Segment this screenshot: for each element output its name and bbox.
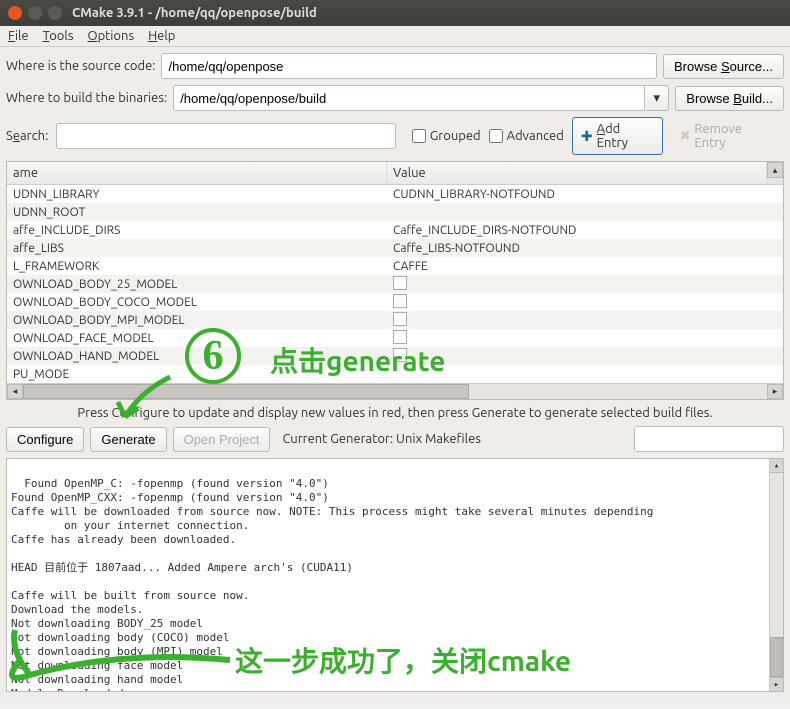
grouped-checkbox[interactable]: Grouped — [412, 129, 481, 143]
search-label: Search: — [6, 129, 48, 143]
scroll-right-icon[interactable]: ▸ — [767, 384, 783, 399]
open-project-button: Open Project — [173, 427, 271, 452]
menu-file[interactable]: File — [8, 29, 29, 43]
minimize-icon[interactable] — [28, 6, 42, 20]
x-icon: ✖ — [679, 129, 690, 144]
table-row[interactable]: PU_MODE — [7, 365, 783, 383]
generate-button[interactable]: Generate — [90, 427, 166, 452]
checkbox-icon[interactable] — [393, 312, 407, 326]
menubar: File Tools Options Help — [0, 26, 790, 47]
build-label: Where to build the binaries: — [6, 91, 167, 105]
cache-var-name: OWNLOAD_BODY_MPI_MODEL — [7, 313, 387, 328]
cache-var-name: affe_INCLUDE_DIRS — [7, 223, 387, 238]
chevron-down-icon: ▾ — [654, 91, 661, 106]
window-titlebar: CMake 3.9.1 - /home/qq/openpose/build — [0, 0, 790, 26]
cache-var-value[interactable]: Caffe_INCLUDE_DIRS-NOTFOUND — [387, 223, 783, 238]
table-row[interactable]: OWNLOAD_HAND_MODEL — [7, 347, 783, 365]
cache-var-value[interactable]: CUDNN_LIBRARY-NOTFOUND — [387, 187, 783, 202]
table-row[interactable]: OWNLOAD_BODY_MPI_MODEL — [7, 311, 783, 329]
cache-var-value[interactable] — [387, 373, 783, 375]
menu-tools[interactable]: Tools — [43, 29, 74, 43]
checkbox-icon[interactable] — [393, 348, 407, 362]
plus-icon: ✚ — [581, 128, 593, 145]
window-title: CMake 3.9.1 - /home/qq/openpose/build — [72, 6, 317, 20]
build-path-input[interactable] — [173, 85, 645, 111]
cache-var-name: OWNLOAD_FACE_MODEL — [7, 331, 387, 346]
cache-var-name: OWNLOAD_BODY_25_MODEL — [7, 277, 387, 292]
scroll-down-icon[interactable]: ▸ — [770, 677, 783, 691]
table-row[interactable]: OWNLOAD_FACE_MODEL — [7, 329, 783, 347]
table-header-value[interactable]: Value — [387, 162, 767, 184]
build-path-dropdown[interactable]: ▾ — [645, 85, 669, 111]
source-path-input[interactable] — [161, 53, 657, 79]
source-label: Where is the source code: — [6, 59, 155, 73]
table-row[interactable]: OWNLOAD_BODY_25_MODEL — [7, 275, 783, 293]
table-row[interactable]: affe_LIBSCaffe_LIBS-NOTFOUND — [7, 239, 783, 257]
checkbox-icon[interactable] — [393, 276, 407, 290]
scroll-left-icon[interactable]: ◂ — [7, 384, 23, 399]
console-scrollbar[interactable]: ▴ ▸ — [769, 459, 783, 691]
cache-var-name: L_FRAMEWORK — [7, 259, 387, 274]
cache-var-value[interactable] — [387, 211, 783, 213]
cache-table: ▴ ame Value UDNN_LIBRARYCUDNN_LIBRARY-NO… — [6, 161, 784, 400]
cache-var-value[interactable]: CAFFE — [387, 259, 783, 274]
cache-var-value[interactable] — [387, 329, 783, 348]
cache-var-name: UDNN_LIBRARY — [7, 187, 387, 202]
cache-var-value[interactable] — [387, 311, 783, 330]
scroll-up-icon[interactable]: ▴ — [767, 162, 783, 178]
maximize-icon[interactable] — [48, 6, 62, 20]
horizontal-scrollbar[interactable]: ◂ ▸ — [7, 383, 783, 399]
cache-var-value[interactable] — [387, 293, 783, 312]
checkbox-icon[interactable] — [393, 294, 407, 308]
cache-var-name: OWNLOAD_HAND_MODEL — [7, 349, 387, 364]
table-row[interactable]: UDNN_LIBRARYCUDNN_LIBRARY-NOTFOUND — [7, 185, 783, 203]
current-generator-label: Current Generator: Unix Makefiles — [282, 432, 480, 446]
cache-var-value[interactable]: Caffe_LIBS-NOTFOUND — [387, 241, 783, 256]
scrollbar-thumb[interactable] — [23, 384, 469, 399]
browse-build-button[interactable]: Browse Build... — [675, 86, 784, 111]
scrollbar-thumb[interactable] — [770, 637, 783, 677]
search-input[interactable] — [56, 123, 395, 149]
menu-help[interactable]: Help — [148, 29, 175, 43]
cache-var-name: PU_MODE — [7, 367, 387, 382]
output-console: Found OpenMP_C: -fopenmp (found version … — [6, 458, 784, 692]
add-entry-button[interactable]: ✚ Add Entry — [572, 117, 664, 155]
checkbox-icon[interactable] — [393, 330, 407, 344]
table-row[interactable]: affe_INCLUDE_DIRSCaffe_INCLUDE_DIRS-NOTF… — [7, 221, 783, 239]
table-row[interactable]: OWNLOAD_BODY_COCO_MODEL — [7, 293, 783, 311]
cache-var-name: UDNN_ROOT — [7, 205, 387, 220]
advanced-checkbox[interactable]: Advanced — [489, 129, 564, 143]
table-row[interactable]: UDNN_ROOT — [7, 203, 783, 221]
cache-var-name: affe_LIBS — [7, 241, 387, 256]
table-header-name[interactable]: ame — [7, 162, 387, 184]
hint-text: Press Configure to update and display ne… — [6, 400, 784, 426]
scroll-up-icon[interactable]: ▴ — [770, 459, 783, 473]
table-row[interactable]: L_FRAMEWORKCAFFE — [7, 257, 783, 275]
configure-button[interactable]: Configure — [6, 427, 84, 452]
console-text: Found OpenMP_C: -fopenmp (found version … — [11, 477, 653, 692]
generator-search-input[interactable] — [634, 426, 784, 452]
remove-entry-button: ✖ Remove Entry — [671, 118, 784, 154]
browse-source-button[interactable]: Browse Source... — [663, 54, 784, 79]
cache-var-name: OWNLOAD_BODY_COCO_MODEL — [7, 295, 387, 310]
menu-options[interactable]: Options — [87, 29, 134, 43]
cache-var-value[interactable] — [387, 347, 783, 366]
cache-var-value[interactable] — [387, 275, 783, 294]
close-icon[interactable] — [8, 6, 22, 20]
